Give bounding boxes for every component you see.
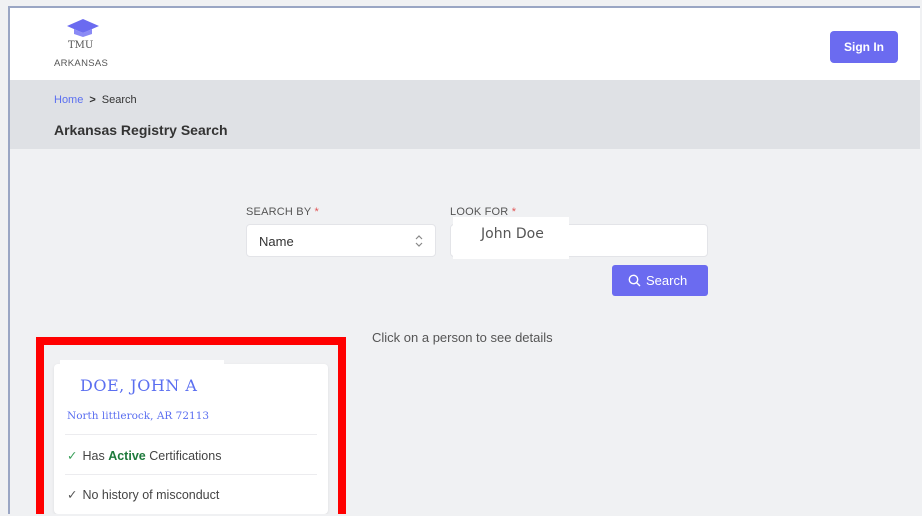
breadcrumb: Home > Search: [54, 94, 137, 106]
search-button-label: Search: [646, 273, 688, 288]
logo-text-tmu: TMU: [68, 40, 94, 51]
browser-frame: TMU ARKANSAS Sign In Home > Search Arkansa…: [8, 6, 920, 514]
page-title: Arkansas Registry Search: [54, 122, 228, 138]
logo[interactable]: TMU ARKANSAS: [54, 18, 124, 74]
graduation-cap-icon: [67, 19, 99, 37]
updown-chevron-icon: [415, 235, 423, 247]
top-bar: TMU ARKANSAS Sign In: [10, 8, 920, 80]
breadcrumb-home-link[interactable]: Home: [54, 94, 83, 106]
search-by-select[interactable]: Name: [246, 224, 436, 257]
search-icon: [628, 274, 641, 287]
breadcrumb-current: Search: [101, 94, 137, 106]
look-for-input[interactable]: John Doe: [450, 217, 708, 259]
breadcrumb-band: Home > Search Arkansas Registry Search: [10, 80, 920, 149]
look-for-value: John Doe: [481, 226, 544, 242]
required-marker: *: [314, 206, 319, 218]
results-hint: Click on a person to see details: [372, 330, 553, 345]
search-by-label: SEARCH BY *: [246, 206, 319, 218]
logo-text-state: ARKANSAS: [54, 58, 109, 69]
sign-in-button[interactable]: Sign In: [830, 31, 898, 63]
search-button[interactable]: Search: [612, 265, 708, 296]
highlight-box: [36, 337, 346, 514]
search-by-value: Name: [259, 234, 294, 249]
breadcrumb-separator: >: [89, 94, 96, 106]
